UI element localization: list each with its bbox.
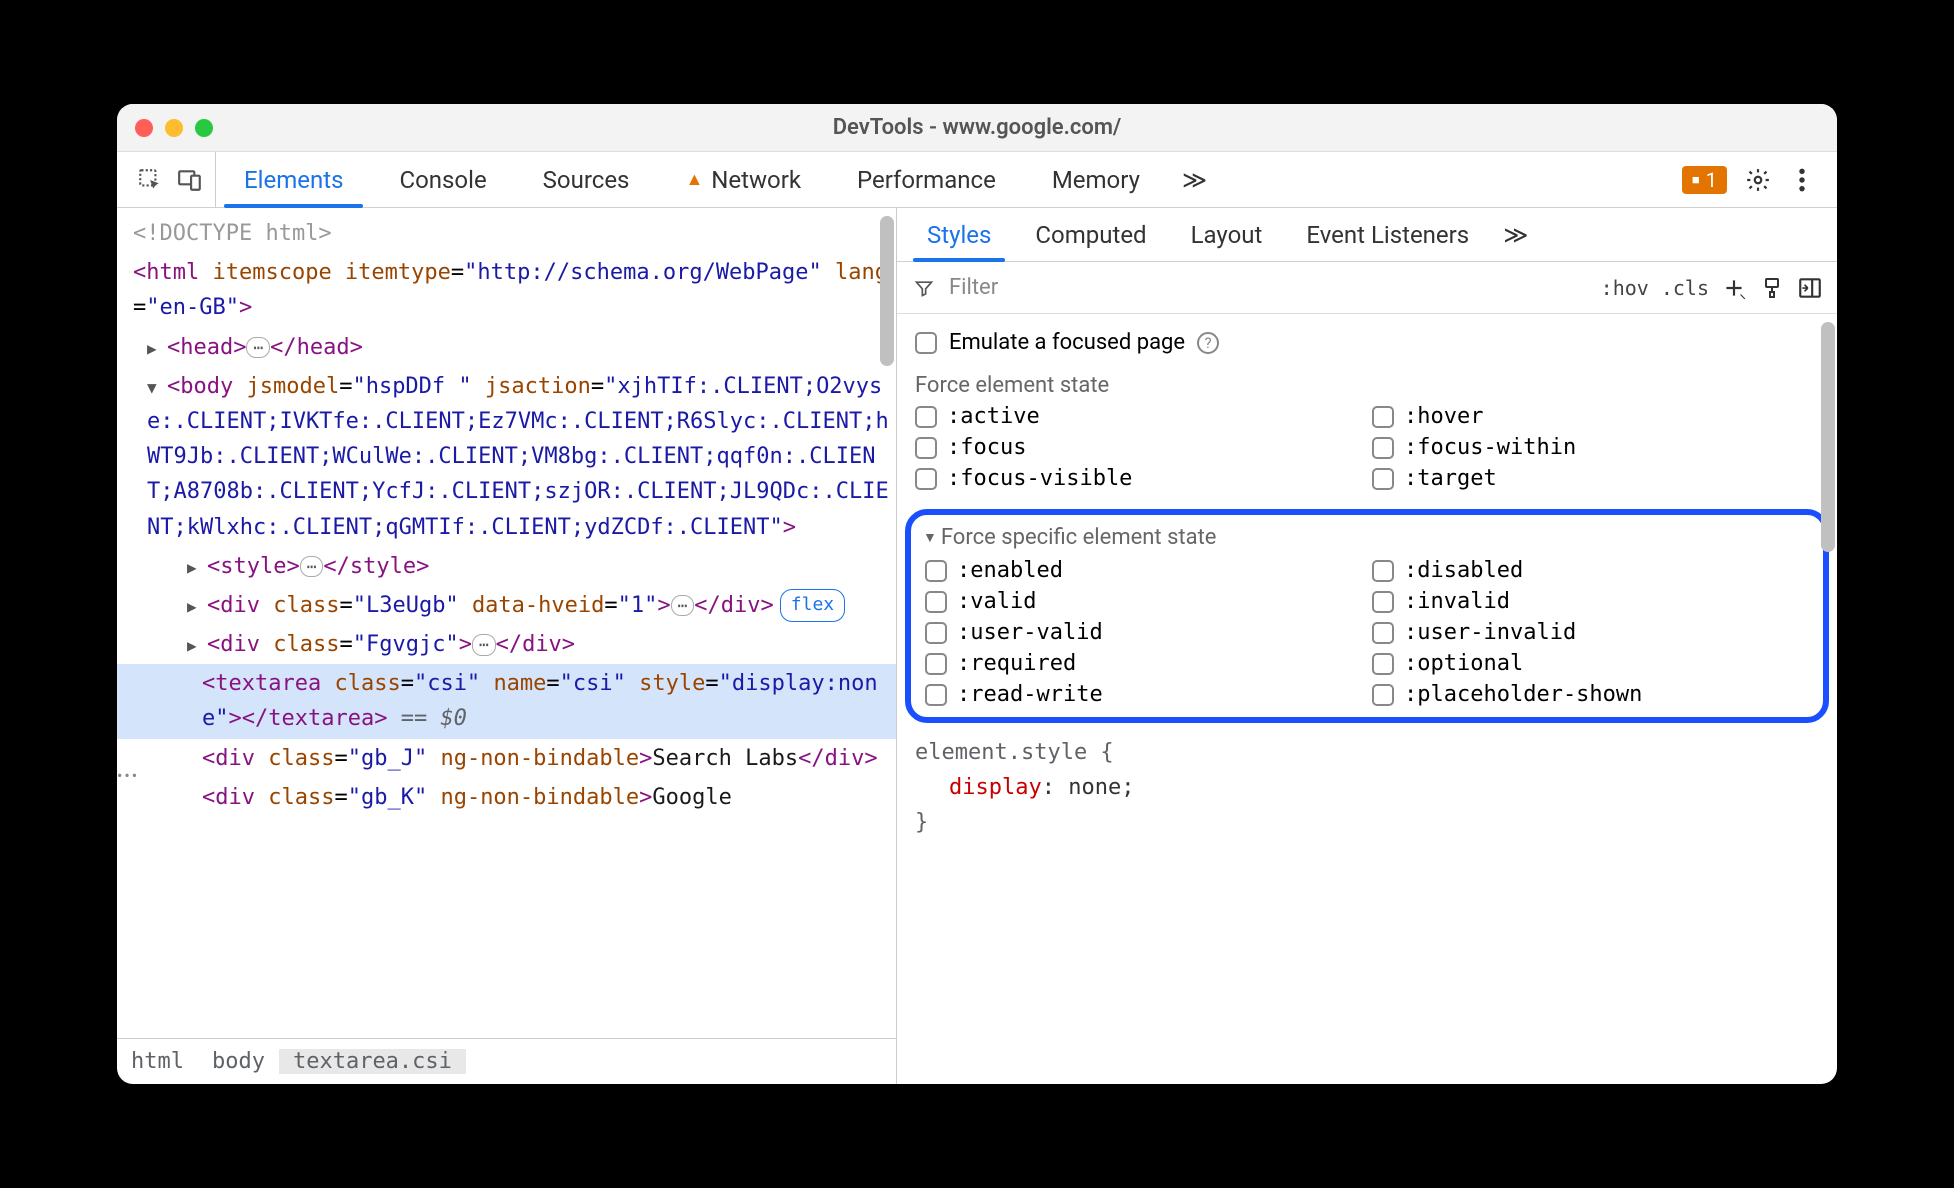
checkbox-emulate[interactable]: [915, 332, 937, 354]
scrollbar-thumb[interactable]: [880, 216, 894, 366]
emulate-label: Emulate a focused page: [949, 330, 1185, 355]
state-read-write[interactable]: :read-write: [925, 682, 1362, 707]
state-user-valid[interactable]: :user-valid: [925, 620, 1362, 645]
state-optional[interactable]: :optional: [1372, 651, 1809, 676]
toggle-sidebar-icon[interactable]: [1797, 275, 1823, 301]
main-tabs: Elements Console Sources Network Perform…: [216, 152, 1668, 207]
hov-toggle[interactable]: :hov: [1601, 276, 1649, 300]
new-style-rule-icon[interactable]: [1721, 275, 1747, 301]
filter-icon: [911, 275, 937, 301]
dom-head[interactable]: ▶<head>⋯</head>: [117, 328, 896, 367]
dom-tree[interactable]: <!DOCTYPE html> <html itemscope itemtype…: [117, 208, 896, 1038]
force-state-label: Force element state: [897, 363, 1837, 404]
state-active[interactable]: :active: [915, 404, 1362, 429]
specific-state-grid: :enabled :disabled :valid :invalid :user…: [921, 558, 1813, 707]
state-user-invalid[interactable]: :user-invalid: [1372, 620, 1809, 645]
state-hover[interactable]: :hover: [1372, 404, 1819, 429]
dom-textarea-selected[interactable]: <textarea class="csi" name="csi" style="…: [117, 664, 896, 738]
specific-state-header[interactable]: Force specific element state: [921, 523, 1813, 558]
elements-panel: ••• <!DOCTYPE html> <html itemscope item…: [117, 208, 897, 1084]
scrollbar-thumb[interactable]: [1821, 322, 1835, 552]
filter-bar: :hov .cls: [897, 262, 1837, 314]
dom-div-l3eugb[interactable]: ▶<div class="L3eUgb" data-hveid="1">⋯</d…: [117, 586, 896, 625]
state-focus-visible[interactable]: :focus-visible: [915, 466, 1362, 491]
devtools-window: DevTools - www.google.com/ Elements Cons…: [117, 104, 1837, 1084]
state-valid[interactable]: :valid: [925, 589, 1362, 614]
breadcrumb-body[interactable]: body: [198, 1049, 279, 1074]
emulate-focused-row[interactable]: Emulate a focused page ?: [897, 322, 1837, 363]
paint-icon[interactable]: [1759, 275, 1785, 301]
state-disabled[interactable]: :disabled: [1372, 558, 1809, 583]
titlebar: DevTools - www.google.com/: [117, 104, 1837, 152]
dom-body-open[interactable]: ▼<body jsmodel="hspDDf " jsaction="xjhTI…: [117, 367, 896, 547]
warnings-badge[interactable]: 1: [1682, 166, 1727, 194]
gutter-ellipsis-icon: •••: [117, 766, 139, 785]
force-state-grid: :active :hover :focus :focus-within :foc…: [897, 404, 1837, 503]
tab-sources[interactable]: Sources: [515, 152, 658, 207]
specific-state-highlight: Force specific element state :enabled :d…: [905, 509, 1829, 723]
subtab-layout[interactable]: Layout: [1169, 208, 1285, 261]
state-invalid[interactable]: :invalid: [1372, 589, 1809, 614]
subtab-computed[interactable]: Computed: [1013, 208, 1168, 261]
breadcrumb-html[interactable]: html: [117, 1049, 198, 1074]
tab-network[interactable]: Network: [657, 152, 829, 207]
cls-toggle[interactable]: .cls: [1661, 276, 1709, 300]
breadcrumb: html body textarea.csi: [117, 1038, 896, 1084]
kebab-menu-icon[interactable]: [1789, 167, 1815, 193]
dom-div-gbk[interactable]: <div class="gb_K" ng-non-bindable>Google: [117, 778, 896, 817]
state-focus-within[interactable]: :focus-within: [1372, 435, 1819, 460]
filter-input[interactable]: [949, 275, 1589, 300]
dom-doctype[interactable]: <!DOCTYPE html>: [117, 214, 896, 253]
breadcrumb-textarea[interactable]: textarea.csi: [279, 1049, 466, 1074]
state-required[interactable]: :required: [925, 651, 1362, 676]
dom-style[interactable]: ▶<style>⋯</style>: [117, 547, 896, 586]
state-placeholder-shown[interactable]: :placeholder-shown: [1372, 682, 1809, 707]
tab-console[interactable]: Console: [371, 152, 514, 207]
styles-panel: Styles Computed Layout Event Listeners ≫…: [897, 208, 1837, 1084]
tab-performance[interactable]: Performance: [829, 152, 1024, 207]
subtab-event-listeners[interactable]: Event Listeners: [1284, 208, 1491, 261]
styles-subtabs: Styles Computed Layout Event Listeners ≫: [897, 208, 1837, 262]
dom-html-open[interactable]: <html itemscope itemtype="http://schema.…: [117, 253, 896, 327]
state-focus[interactable]: :focus: [915, 435, 1362, 460]
dom-div-gbj[interactable]: <div class="gb_J" ng-non-bindable>Search…: [117, 739, 896, 778]
element-style-rule[interactable]: element.style { display: none; }: [897, 735, 1837, 841]
main-toolbar: Elements Console Sources Network Perform…: [117, 152, 1837, 208]
inspect-element-icon[interactable]: [137, 167, 163, 193]
settings-gear-icon[interactable]: [1745, 167, 1771, 193]
tab-elements[interactable]: Elements: [216, 152, 371, 207]
tabs-overflow[interactable]: ≫: [1168, 152, 1221, 207]
tab-memory[interactable]: Memory: [1024, 152, 1168, 207]
state-enabled[interactable]: :enabled: [925, 558, 1362, 583]
state-target[interactable]: :target: [1372, 466, 1819, 491]
window-title: DevTools - www.google.com/: [117, 115, 1837, 140]
main-content: ••• <!DOCTYPE html> <html itemscope item…: [117, 208, 1837, 1084]
styles-content: Emulate a focused page ? Force element s…: [897, 314, 1837, 1084]
subtabs-overflow[interactable]: ≫: [1491, 208, 1540, 261]
device-toggle-icon[interactable]: [177, 167, 203, 193]
dom-div-fgvgjc[interactable]: ▶<div class="Fgvgjc">⋯</div>: [117, 625, 896, 664]
help-icon[interactable]: ?: [1197, 332, 1219, 354]
subtab-styles[interactable]: Styles: [905, 208, 1013, 261]
